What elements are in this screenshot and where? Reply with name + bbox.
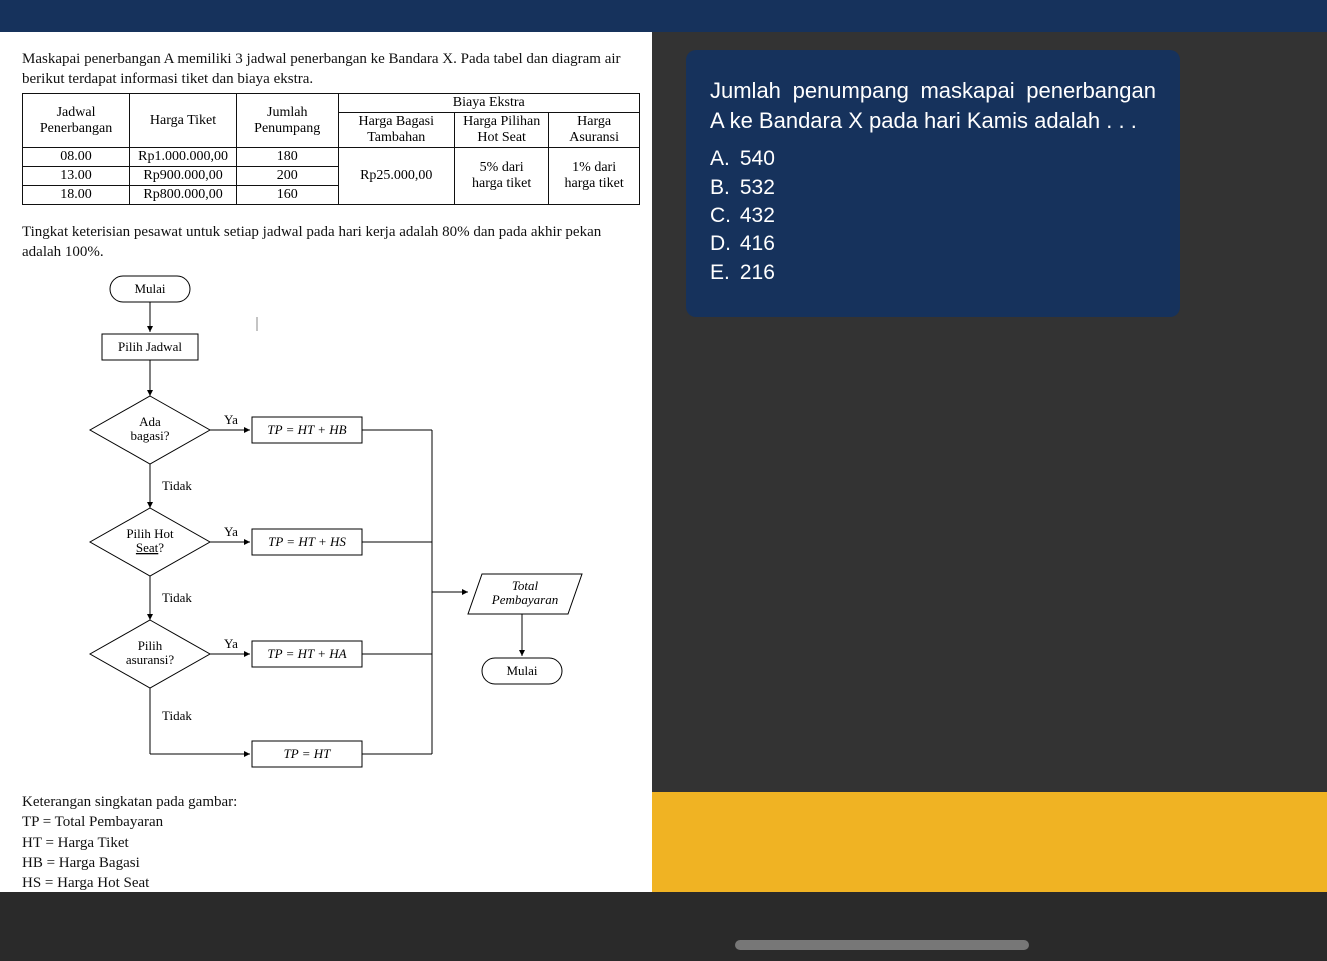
fc-ya-2: Ya xyxy=(224,524,238,539)
fc-bagasi-q: bagasi? xyxy=(131,428,170,443)
fc-tp-ha: TP = HT + HA xyxy=(267,646,346,661)
fc-tp-hs: TP = HT + HS xyxy=(268,534,346,549)
th-harga: Harga Tiket xyxy=(130,94,237,148)
option-d[interactable]: D. 416 xyxy=(710,230,1156,258)
fc-seat-q: Seat? xyxy=(136,540,164,555)
cell-asuransi: 1% dari harga tiket xyxy=(549,148,640,205)
intro-text: Maskapai penerbangan A memiliki 3 jadwal… xyxy=(22,50,634,89)
occupancy-text: Tingkat keterisian pesawat untuk setiap … xyxy=(22,223,634,262)
fc-total-2: Pembayaran xyxy=(491,592,558,607)
fc-ya-1: Ya xyxy=(224,412,238,427)
top-bar xyxy=(0,0,1327,32)
question-text: Jumlah penumpang maskapai penerbangan A … xyxy=(710,76,1156,135)
fc-tp-hb: TP = HT + HB xyxy=(267,422,346,437)
fc-mulai-2: Mulai xyxy=(506,663,537,678)
cell-hotseat: 5% dari harga tiket xyxy=(454,148,548,205)
cell-jadwal-2: 18.00 xyxy=(23,186,130,205)
horizontal-scrollbar[interactable] xyxy=(735,940,1029,950)
th-asuransi: Harga Asuransi xyxy=(549,113,640,148)
option-e[interactable]: E. 216 xyxy=(710,259,1156,287)
fc-mulai: Mulai xyxy=(134,281,165,296)
fc-asuransi-q: asuransi? xyxy=(126,652,175,667)
keterangan-line-1: HT = Harga Tiket xyxy=(22,833,634,853)
document-panel: Maskapai penerbangan A memiliki 3 jadwal… xyxy=(0,32,652,892)
fc-tp-ht: TP = HT xyxy=(284,746,332,761)
fc-tidak-3: Tidak xyxy=(162,708,192,723)
cell-harga-1: Rp900.000,00 xyxy=(130,167,237,186)
fc-ada: Ada xyxy=(139,414,161,429)
yellow-band xyxy=(652,792,1327,892)
th-biaya-ekstra: Biaya Ekstra xyxy=(338,94,639,113)
th-jadwal: Jadwal Penerbangan xyxy=(23,94,130,148)
fc-tidak-1: Tidak xyxy=(162,478,192,493)
th-hotseat: Harga Pilihan Hot Seat xyxy=(454,113,548,148)
fc-pilih: Pilih xyxy=(138,638,163,653)
fc-pilih-hot: Pilih Hot xyxy=(126,526,174,541)
cell-harga-2: Rp800.000,00 xyxy=(130,186,237,205)
cell-harga-0: Rp1.000.000,00 xyxy=(130,148,237,167)
option-a[interactable]: A. 540 xyxy=(710,145,1156,173)
keterangan-line-3: HS = Harga Hot Seat xyxy=(22,873,634,893)
cell-jumlah-1: 200 xyxy=(236,167,338,186)
cell-jadwal-0: 08.00 xyxy=(23,148,130,167)
bottom-strip xyxy=(0,892,1327,961)
fc-pilih-jadwal: Pilih Jadwal xyxy=(118,339,182,354)
keterangan-title: Keterangan singkatan pada gambar: xyxy=(22,792,634,812)
th-jumlah: Jumlah Penumpang xyxy=(236,94,338,148)
stage: Maskapai penerbangan A memiliki 3 jadwal… xyxy=(0,32,1327,961)
th-bagasi: Harga Bagasi Tambahan xyxy=(338,113,454,148)
fc-tidak-2: Tidak xyxy=(162,590,192,605)
keterangan-line-2: HB = Harga Bagasi xyxy=(22,853,634,873)
keterangan-line-0: TP = Total Pembayaran xyxy=(22,812,634,832)
option-b[interactable]: B. 532 xyxy=(710,174,1156,202)
fare-table: Jadwal Penerbangan Harga Tiket Jumlah Pe… xyxy=(22,93,640,205)
cell-jumlah-2: 160 xyxy=(236,186,338,205)
option-c[interactable]: C. 432 xyxy=(710,202,1156,230)
fc-ya-3: Ya xyxy=(224,636,238,651)
question-card: Jumlah penumpang maskapai penerbangan A … xyxy=(686,50,1180,317)
options-list: A. 540 B. 532 C. 432 D. 416 E. 216 xyxy=(710,145,1156,287)
fc-total-1: Total xyxy=(512,578,539,593)
cell-jumlah-0: 180 xyxy=(236,148,338,167)
cell-bagasi: Rp25.000,00 xyxy=(338,148,454,205)
flowchart: Mulai Pilih Jadwal Ada bagasi? Ya TP = H… xyxy=(22,268,632,788)
cell-jadwal-1: 13.00 xyxy=(23,167,130,186)
